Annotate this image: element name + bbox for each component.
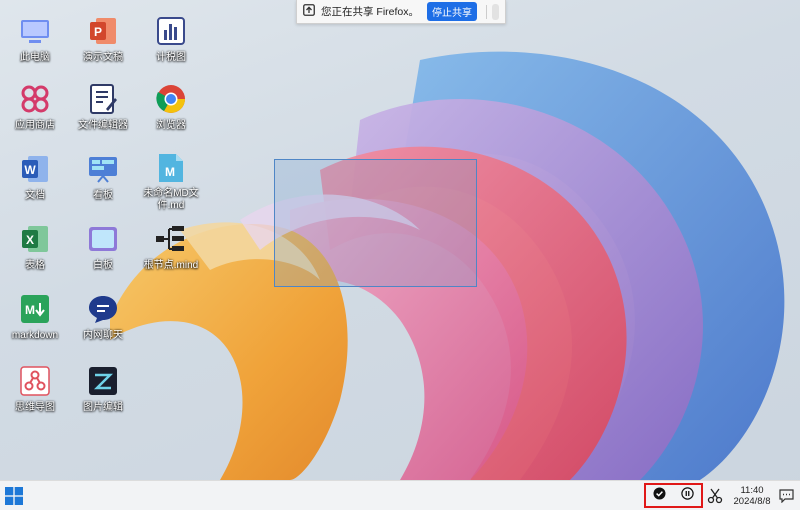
minimize-banner-button[interactable] [492, 3, 499, 20]
desktop-icon-excel[interactable]: X 表格 [3, 216, 67, 282]
desktop-icon-text-editor[interactable]: 文件编辑器 [71, 76, 135, 142]
desktop-icon-label: 图片编辑 [83, 402, 123, 413]
desktop-icon-label: markdown [11, 330, 59, 341]
desktop-icon-label: 根节点.mind [143, 260, 199, 271]
canvas-icon [86, 222, 120, 256]
desktop-icon-this-pc[interactable]: 此电脑 [3, 8, 67, 74]
desktop-icon-image-editor[interactable]: 图片编辑 [71, 358, 135, 424]
desktop-icon-markdown[interactable]: M markdown [3, 286, 67, 352]
screen-share-banner: 您正在共享 Firefox。 停止共享 [296, 0, 506, 24]
desktop-icon-word[interactable]: W 文档 [3, 146, 67, 212]
desktop-icon-label: 未命名MD文件.md [143, 188, 199, 211]
clock-date: 2024/8/8 [733, 496, 771, 507]
windows-start-icon[interactable] [5, 487, 23, 505]
word-icon: W [18, 152, 52, 186]
notification-icon[interactable] [779, 489, 794, 503]
svg-text:P: P [94, 25, 102, 39]
recording-controls [644, 483, 703, 508]
check-circle-icon[interactable] [653, 487, 666, 505]
board-icon [86, 152, 120, 186]
desktop-screen: 此电脑 P 演示文稿 计税图 应用商店 文件编辑器 浏览器 W 文档 看板 M … [0, 0, 800, 510]
desktop-icon-chat[interactable]: 内网聊天 [71, 286, 135, 352]
desktop-icon-label: 看板 [93, 190, 113, 201]
pause-circle-icon[interactable] [681, 486, 694, 505]
clock-time: 11:40 [740, 485, 764, 496]
desktop-icon-canvas[interactable]: 白板 [71, 216, 135, 282]
svg-text:M: M [25, 303, 35, 317]
desktop-icon-label: 思维导图 [15, 402, 55, 413]
svg-text:M: M [165, 165, 175, 179]
desktop-icon-browser[interactable]: 浏览器 [139, 76, 203, 142]
share-screen-icon [303, 3, 315, 21]
markdown-icon: M [18, 292, 52, 326]
desktop-icon-label: 文件编辑器 [78, 120, 128, 131]
svg-text:W: W [24, 163, 36, 177]
desktop-icon-label: 文档 [25, 190, 45, 201]
chrome-icon [154, 82, 188, 116]
chat-bubble-icon [86, 292, 120, 326]
desktop-icon-chart[interactable]: 计税图 [139, 8, 203, 74]
stop-sharing-button[interactable]: 停止共享 [427, 2, 478, 21]
desktop-icon-app-store[interactable]: 应用商店 [3, 76, 67, 142]
selection-rectangle [274, 159, 477, 287]
document-edit-icon [86, 82, 120, 116]
desktop-icon-whiteboard[interactable]: 看板 [71, 146, 135, 212]
desktop-icon-flowchart[interactable]: 思维导图 [3, 358, 67, 424]
app-store-icon [18, 82, 52, 116]
powerpoint-icon: P [86, 14, 120, 48]
svg-text:X: X [26, 233, 34, 247]
desktop-icon-presentation[interactable]: P 演示文稿 [71, 8, 135, 74]
desktop-icon-md-file[interactable]: M 未命名MD文件.md [139, 146, 203, 212]
desktop-icon-label: 内网聊天 [83, 330, 123, 341]
desktop-icon-mind-map[interactable]: 根节点.mind [139, 216, 203, 282]
desktop-icon-label: 演示文稿 [83, 52, 123, 63]
monitor-icon [18, 14, 52, 48]
desktop-icon-label: 浏览器 [156, 120, 186, 131]
excel-icon: X [18, 222, 52, 256]
mind-map-icon [154, 222, 188, 256]
desktop-icon-label: 此电脑 [20, 52, 50, 63]
desktop-icon-label: 表格 [25, 260, 45, 271]
desktop-icon-label: 计税图 [156, 52, 186, 63]
taskbar: 11:40 2024/8/8 [0, 480, 800, 510]
flowchart-icon [18, 364, 52, 398]
image-editor-icon [86, 364, 120, 398]
share-message: 您正在共享 Firefox。 [321, 6, 420, 18]
bar-chart-icon [154, 14, 188, 48]
desktop-icon-label: 白板 [93, 260, 113, 271]
desktop-icon-label: 应用商店 [15, 120, 55, 131]
scissors-icon[interactable] [707, 488, 723, 504]
md-file-icon: M [154, 152, 188, 184]
system-clock[interactable]: 11:40 2024/8/8 [730, 485, 774, 507]
